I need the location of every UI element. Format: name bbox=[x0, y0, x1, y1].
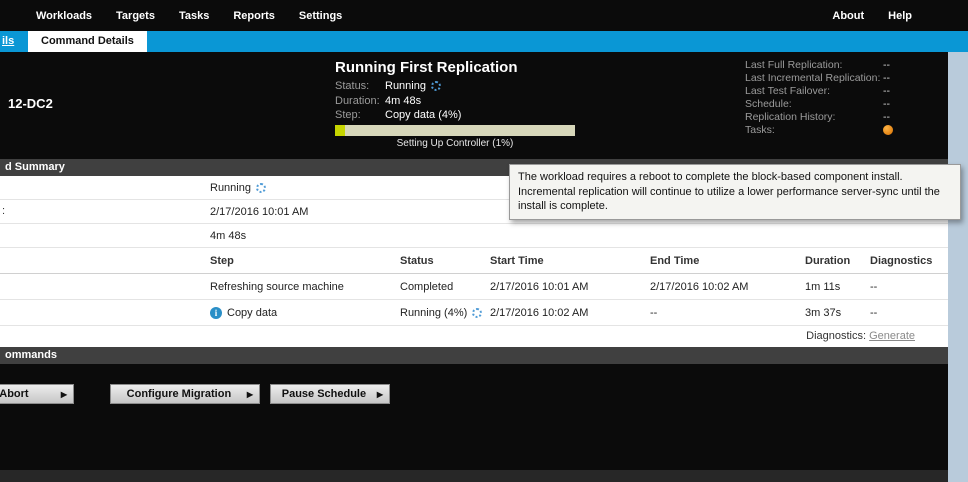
menu-arrow-icon: ▶ bbox=[61, 390, 67, 399]
progress-fill bbox=[335, 125, 345, 136]
duration-label: Duration: bbox=[335, 94, 385, 109]
summary-status-value: Running bbox=[210, 182, 251, 194]
tasks-label: Tasks: bbox=[745, 124, 775, 136]
steps-table-header: Step Status Start Time End Time Duration… bbox=[0, 248, 948, 274]
status-cell: Completed bbox=[400, 274, 453, 300]
col-header-status: Status bbox=[400, 248, 434, 273]
tasks-value bbox=[883, 124, 893, 137]
duration-cell: 1m 11s bbox=[805, 274, 840, 300]
status-cell: Running (4%) bbox=[400, 300, 467, 326]
replication-status-panel: Running First Replication Status: Runnin… bbox=[335, 59, 581, 149]
tab-bar: ils Command Details bbox=[0, 31, 968, 52]
replication-history-value: -- bbox=[883, 111, 890, 124]
col-header-diagnostics: Diagnostics bbox=[870, 248, 932, 274]
start-time-cell: 2/17/2016 10:01 AM bbox=[490, 274, 588, 300]
end-time-cell: 2/17/2016 10:02 AM bbox=[650, 274, 748, 300]
summary-row-label: : bbox=[2, 200, 5, 223]
summary-duration-value: 4m 48s bbox=[210, 230, 246, 242]
col-header-end-time: End Time bbox=[650, 248, 699, 274]
generate-diagnostics-link[interactable]: Generate bbox=[869, 330, 915, 342]
configure-migration-button[interactable]: Configure Migration ▶ bbox=[110, 384, 260, 404]
replication-progress-bar bbox=[335, 125, 575, 136]
info-row: Tasks: bbox=[745, 124, 955, 137]
menu-arrow-icon: ▶ bbox=[377, 390, 383, 399]
right-gutter bbox=[948, 52, 968, 482]
nav-item-tasks[interactable]: Tasks bbox=[167, 10, 221, 22]
end-time-cell: -- bbox=[650, 300, 657, 326]
nav-item-workloads[interactable]: Workloads bbox=[24, 10, 104, 22]
info-icon[interactable]: i bbox=[210, 307, 222, 319]
step-cell: Copy data bbox=[227, 300, 277, 326]
workload-commands-area: Abort ▶ Configure Migration ▶ Pause Sche… bbox=[0, 364, 948, 470]
spinner-icon bbox=[431, 81, 441, 91]
abort-button-label: Abort bbox=[0, 388, 61, 400]
reboot-required-tooltip: The workload requires a reboot to comple… bbox=[509, 164, 961, 220]
nav-item-targets[interactable]: Targets bbox=[104, 10, 167, 22]
table-row: Refreshing source machine Completed 2/17… bbox=[0, 274, 948, 300]
bottom-status-bar bbox=[0, 470, 968, 482]
table-row: i Copy data Running (4%) 2/17/2016 10:02 … bbox=[0, 300, 948, 326]
last-full-replication-value: -- bbox=[883, 59, 890, 72]
last-full-replication-label: Last Full Replication: bbox=[745, 59, 842, 71]
top-nav: Workloads Targets Tasks Reports Settings… bbox=[0, 0, 968, 31]
replication-history-label: Replication History: bbox=[745, 111, 835, 123]
info-row: Last Full Replication: -- bbox=[745, 59, 955, 72]
last-test-failover-value: -- bbox=[883, 85, 890, 98]
step-cell: Refreshing source machine bbox=[210, 274, 344, 300]
last-test-failover-label: Last Test Failover: bbox=[745, 85, 830, 97]
info-row: Last Incremental Replication: -- bbox=[745, 72, 955, 85]
last-incremental-replication-value: -- bbox=[883, 72, 890, 85]
tooltip-text: The workload requires a reboot to comple… bbox=[518, 171, 940, 212]
abort-button[interactable]: Abort ▶ bbox=[0, 384, 74, 404]
nav-item-help[interactable]: Help bbox=[876, 10, 924, 22]
start-time-cell: 2/17/2016 10:02 AM bbox=[490, 300, 588, 326]
info-row: Schedule: -- bbox=[745, 98, 955, 111]
spinner-icon bbox=[256, 183, 266, 193]
status-value: Running bbox=[385, 79, 426, 94]
status-label: Status: bbox=[335, 79, 385, 94]
diagnostics-cell: -- bbox=[870, 300, 877, 326]
workload-name: 12-DC2 bbox=[8, 96, 53, 111]
spinner-icon bbox=[472, 308, 482, 318]
summary-row-duration: 4m 48s bbox=[0, 224, 948, 248]
last-incremental-replication-label: Last Incremental Replication: bbox=[745, 72, 880, 84]
task-alert-icon[interactable] bbox=[883, 125, 893, 135]
schedule-value: -- bbox=[883, 98, 890, 111]
tab-command-details[interactable]: Command Details bbox=[28, 31, 147, 52]
step-label: Step: bbox=[335, 108, 385, 123]
schedule-label: Schedule: bbox=[745, 98, 792, 110]
page-title: Running First Replication bbox=[335, 59, 581, 76]
replication-info-panel: Last Full Replication: -- Last Increment… bbox=[745, 59, 955, 137]
col-header-step: Step bbox=[210, 248, 234, 273]
diagnostics-generate-line: Diagnostics: Generate bbox=[806, 326, 915, 346]
progress-caption: Setting Up Controller (1%) bbox=[335, 138, 575, 149]
pause-schedule-button[interactable]: Pause Schedule ▶ bbox=[270, 384, 390, 404]
nav-item-reports[interactable]: Reports bbox=[221, 10, 287, 22]
replication-header: 12-DC2 Running First Replication Status:… bbox=[0, 52, 968, 159]
menu-arrow-icon: ▶ bbox=[247, 390, 253, 399]
workload-commands-section-header: ommands bbox=[0, 347, 948, 364]
nav-item-about[interactable]: About bbox=[820, 10, 876, 22]
command-summary-title: d Summary bbox=[5, 161, 65, 173]
workload-commands-title: ommands bbox=[5, 349, 57, 361]
pause-schedule-button-label: Pause Schedule bbox=[271, 388, 377, 400]
info-row: Replication History: -- bbox=[745, 111, 955, 124]
nav-item-settings[interactable]: Settings bbox=[287, 10, 354, 22]
step-value: Copy data (4%) bbox=[385, 108, 461, 123]
summary-start-time-value: 2/17/2016 10:01 AM bbox=[210, 206, 308, 218]
duration-value: 4m 48s bbox=[385, 94, 421, 109]
utility-menu: About Help bbox=[820, 10, 924, 22]
tab-workload-details-partial[interactable]: ils bbox=[2, 31, 14, 52]
info-row: Last Test Failover: -- bbox=[745, 85, 955, 98]
configure-migration-button-label: Configure Migration bbox=[111, 388, 247, 400]
diagnostics-label: Diagnostics: bbox=[806, 330, 866, 342]
col-header-duration: Duration bbox=[805, 248, 850, 274]
app-window: Workloads Targets Tasks Reports Settings… bbox=[0, 0, 968, 482]
main-menu: Workloads Targets Tasks Reports Settings bbox=[24, 10, 354, 22]
col-header-start-time: Start Time bbox=[490, 248, 544, 274]
duration-cell: 3m 37s bbox=[805, 300, 841, 326]
diagnostics-cell: -- bbox=[870, 274, 877, 300]
